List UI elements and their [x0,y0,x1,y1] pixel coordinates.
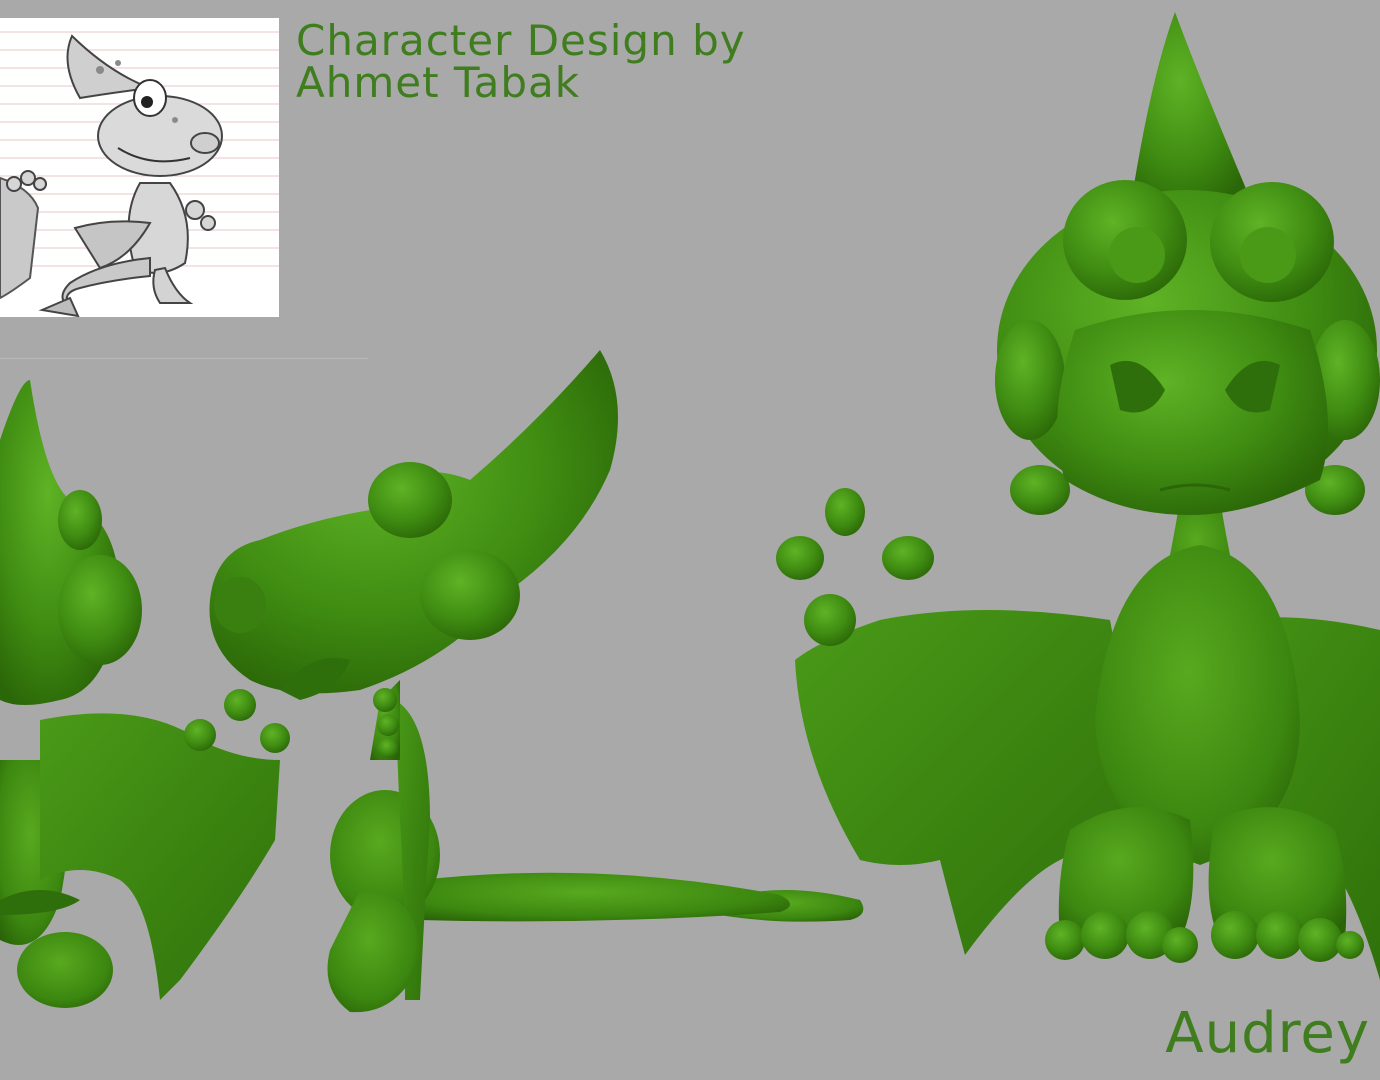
turnaround-canvas: Character Design by Ahmet Tabak Audrey [0,0,1380,1080]
view-front [776,12,1380,980]
model-views [0,12,1380,1013]
view-back-three-quarter [0,380,290,1008]
character-name: Audrey [1165,1001,1370,1066]
view-side-profile [209,350,864,1013]
